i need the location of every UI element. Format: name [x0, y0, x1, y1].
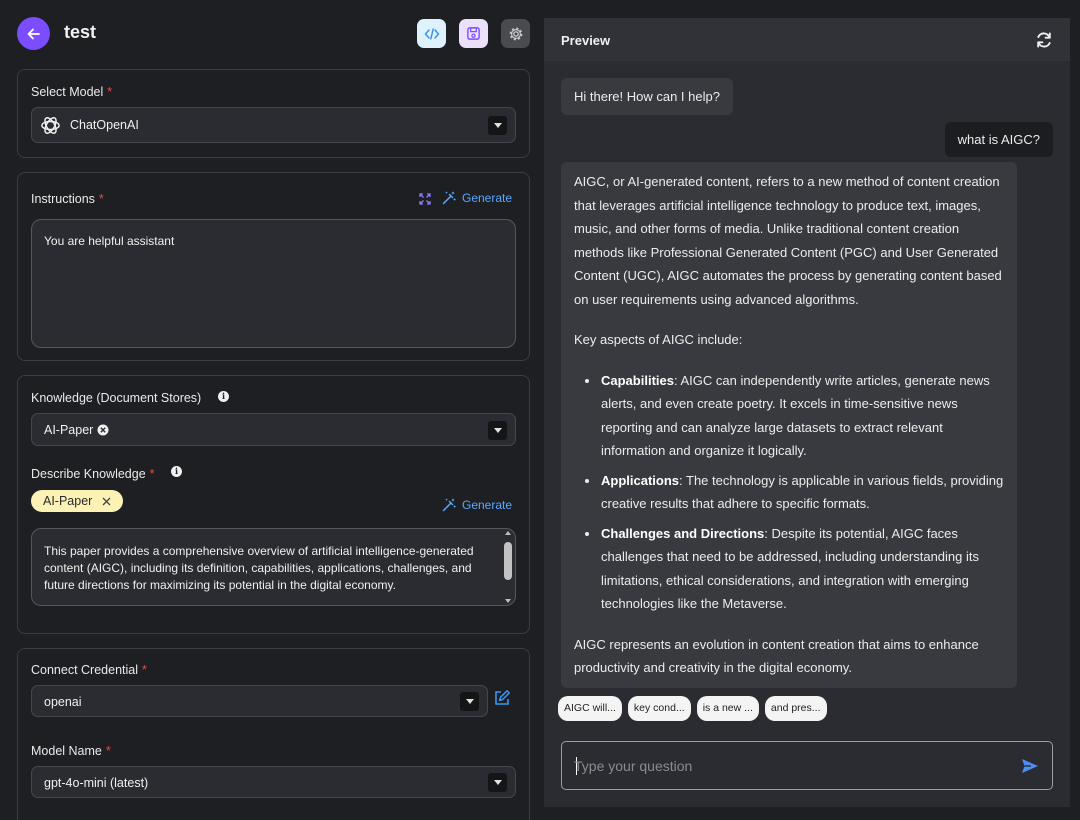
answer-intro: AIGC, or AI-generated content, refers to…	[574, 174, 1002, 307]
info-icon[interactable]: i	[218, 391, 229, 402]
knowledge-chip-label: AI-Paper	[44, 423, 94, 437]
credential-select[interactable]: openai	[31, 685, 488, 717]
knowledge-tag-label: AI-Paper	[43, 494, 93, 508]
model-card: Select Model * ChatOpenAI	[17, 69, 530, 158]
knowledge-description-input[interactable]: This paper provides a comprehensive over…	[31, 528, 516, 606]
describe-knowledge-label: Describe Knowledge *	[31, 467, 155, 481]
edit-icon[interactable]	[493, 689, 511, 707]
user-message: what is AIGC?	[944, 122, 1053, 157]
back-button[interactable]	[17, 17, 50, 50]
list-item: Challenges and Directions: Despite its p…	[600, 522, 1004, 616]
dropdown-arrow-icon[interactable]	[488, 116, 507, 135]
credential-card: Connect Credential * openai Model Name * g…	[17, 648, 530, 820]
model-select[interactable]: ChatOpenAI	[31, 107, 516, 143]
suggestion-chip[interactable]: key cond...	[627, 696, 691, 721]
select-model-label: Select Model *	[31, 85, 113, 99]
answer-conclusion: AIGC represents an evolution in content …	[574, 636, 979, 676]
code-icon	[424, 27, 439, 40]
suggestion-chip[interactable]: and pres...	[764, 696, 827, 721]
bot-answer-message: AIGC, or AI-generated content, refers to…	[561, 162, 1017, 688]
settings-button[interactable]	[501, 19, 530, 48]
dropdown-arrow-icon[interactable]	[488, 773, 507, 792]
send-icon[interactable]	[1020, 756, 1040, 776]
credential-value: openai	[44, 695, 82, 709]
model-name-value: gpt-4o-mini (latest)	[44, 776, 149, 790]
generate-label: Generate	[462, 191, 513, 205]
credential-label: Connect Credential *	[31, 663, 147, 677]
expand-icon[interactable]	[419, 193, 431, 205]
preview-header: Preview	[544, 18, 1070, 61]
answer-aspects-heading: Key aspects of AIGC include:	[574, 332, 743, 347]
knowledge-label: Knowledge (Document Stores)	[31, 391, 202, 405]
instructions-generate-button[interactable]: Generate	[442, 191, 512, 205]
suggestion-chip[interactable]: AIGC will...	[558, 696, 622, 721]
knowledge-description-text: This paper provides a comprehensive over…	[44, 544, 474, 592]
top-bar: test	[0, 0, 544, 70]
app-title: test	[64, 22, 97, 42]
dropdown-arrow-icon[interactable]	[460, 692, 479, 711]
embed-code-button[interactable]	[417, 19, 446, 48]
dropdown-arrow-icon[interactable]	[488, 421, 507, 440]
suggestion-chip[interactable]: is a new ...	[696, 696, 759, 721]
question-box	[561, 741, 1053, 790]
close-icon[interactable]	[102, 497, 111, 506]
back-arrow-icon	[27, 28, 40, 39]
refresh-icon[interactable]	[1034, 30, 1054, 50]
knowledge-generate-button[interactable]: Generate	[442, 498, 512, 512]
preview-title: Preview	[561, 33, 611, 48]
instructions-input[interactable]: You are helpful assistant	[31, 219, 516, 348]
knowledge-tag: AI-Paper	[31, 490, 124, 512]
question-input[interactable]	[574, 754, 1014, 778]
knowledge-select[interactable]: AI-Paper	[31, 413, 516, 446]
suggestion-chips: AIGC will... key cond... is a new ... an…	[558, 696, 827, 721]
model-value: ChatOpenAI	[70, 118, 139, 132]
instructions-card: Instructions * Generate You are helpful a…	[17, 172, 530, 361]
save-icon	[467, 27, 480, 40]
instructions-label: Instructions *	[31, 192, 104, 206]
magic-wand-icon	[442, 498, 456, 512]
list-item: Capabilities: AIGC can independently wri…	[600, 369, 1004, 463]
magic-wand-icon	[442, 191, 456, 205]
info-icon[interactable]: i	[171, 466, 182, 477]
preview-panel: Preview Hi there! How can I help? what i…	[544, 18, 1070, 807]
answer-aspects-list: Capabilities: AIGC can independently wri…	[600, 369, 1004, 616]
list-item: Applications: The technology is applicab…	[600, 469, 1004, 516]
model-name-label: Model Name *	[31, 744, 111, 758]
config-panel: test Select Model * ChatOpenAI Instructi…	[0, 0, 544, 820]
save-button[interactable]	[459, 19, 488, 48]
openai-logo-icon	[41, 117, 60, 134]
close-icon[interactable]	[97, 424, 109, 436]
model-name-select[interactable]: gpt-4o-mini (latest)	[31, 766, 516, 798]
bot-greeting-message: Hi there! How can I help?	[561, 78, 733, 115]
knowledge-selected-chip: AI-Paper	[44, 423, 109, 437]
gear-icon	[509, 27, 522, 40]
textarea-scrollbar[interactable]	[503, 531, 513, 603]
generate-label: Generate	[462, 498, 513, 512]
knowledge-card: Knowledge (Document Stores) i AI-Paper D…	[17, 375, 530, 634]
